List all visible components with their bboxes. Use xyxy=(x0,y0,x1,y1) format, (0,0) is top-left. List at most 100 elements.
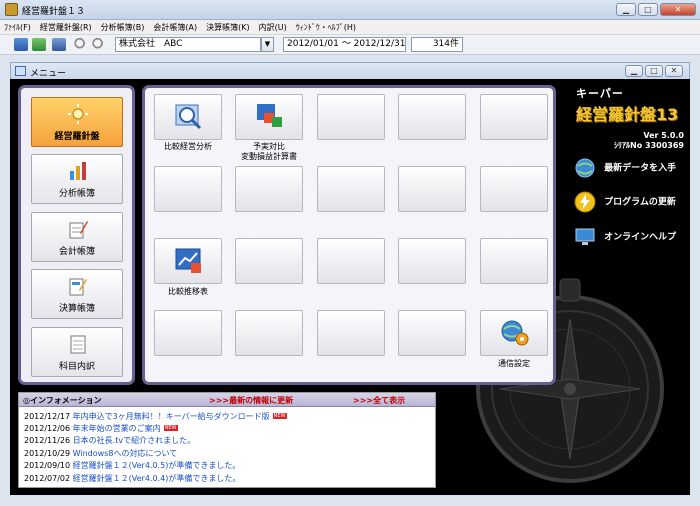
information-header: ◎インフォメーション >>>最新の情報に更新 >>>全て表示 xyxy=(19,393,435,407)
compare-analysis-label: 比較経営分析 xyxy=(164,142,212,151)
mdi-maximize-button[interactable]: □ xyxy=(645,65,663,77)
communication-label: 通信設定 xyxy=(498,359,530,368)
app-icon xyxy=(5,3,18,16)
chevron-down-icon[interactable]: ▼ xyxy=(261,37,274,52)
nav-uchiwake-button[interactable]: 科目内訳 xyxy=(31,327,123,377)
menu-kaikei[interactable]: 会計帳簿(A) xyxy=(153,22,197,33)
sheet-icon xyxy=(70,335,86,354)
mail-icon[interactable] xyxy=(52,38,66,51)
online-help-link[interactable]: オンラインヘルプ xyxy=(574,226,676,248)
grid-empty-2-5[interactable] xyxy=(480,166,548,212)
globe-icon xyxy=(575,158,595,178)
latest-data-link[interactable]: 最新データを入手 xyxy=(574,157,676,179)
cubes-icon xyxy=(257,104,282,127)
grid-empty-1-3[interactable] xyxy=(317,94,385,140)
nav-uchiwake-label: 科目内訳 xyxy=(58,362,95,372)
function-grid: 比較経営分析 予実対比 変動損益計算書 比較推移表 通信設定 xyxy=(142,85,556,385)
nav-kessan-button[interactable]: 決算帳簿 xyxy=(31,269,123,319)
grid-compare-analysis-button[interactable] xyxy=(154,94,222,140)
menu-keiei[interactable]: 経営羅針盤(R) xyxy=(40,22,92,33)
menu-window-help[interactable]: ｳｨﾝﾄﾞｳ・ﾍﾙﾌﾟ(H) xyxy=(296,22,356,33)
minimize-button[interactable]: ▁ xyxy=(616,3,636,16)
save-icon[interactable] xyxy=(14,38,28,51)
grid-empty-3-5[interactable] xyxy=(480,238,548,284)
menu-bar: ﾌｧｲﾙ(F) 経営羅針盤(R) 分析帳簿(B) 会計帳簿(A) 決算帳簿(K)… xyxy=(0,20,700,35)
mdi-minimize-button[interactable]: ▁ xyxy=(625,65,643,77)
nav-kaikei-label: 会計帳簿 xyxy=(58,247,95,257)
menu-bunseki[interactable]: 分析帳簿(B) xyxy=(101,22,145,33)
grid-empty-2-2[interactable] xyxy=(235,166,303,212)
refresh-info-link[interactable]: >>>最新の情報に更新 xyxy=(209,395,293,406)
trend-chart-icon xyxy=(175,248,201,273)
monitor-icon xyxy=(575,228,595,245)
company-select[interactable]: 株式会社 ABC xyxy=(115,37,261,52)
menu-window-title: メニュー xyxy=(30,69,67,79)
program-update-label: プログラムの更新 xyxy=(604,197,676,208)
new-badge: NEW xyxy=(272,413,287,419)
left-nav-panel: 経営羅針盤 分析帳簿 会計帳簿 決算帳簿 科目内訳 xyxy=(18,85,135,385)
magnifier-report-icon xyxy=(175,104,202,130)
grid-empty-3-4[interactable] xyxy=(398,238,466,284)
nav-kaikei-button[interactable]: 会計帳簿 xyxy=(31,212,123,262)
window-icon xyxy=(15,66,26,76)
menu-file[interactable]: ﾌｧｲﾙ(F) xyxy=(4,22,31,33)
grid-empty-4-1[interactable] xyxy=(154,310,222,356)
mdi-close-button[interactable]: ✕ xyxy=(665,65,683,77)
grid-empty-4-4[interactable] xyxy=(398,310,466,356)
close-button[interactable]: ✕ xyxy=(660,3,696,16)
menu-window-titlebar: メニュー ▁ □ ✕ xyxy=(10,62,690,79)
budget-actual-label-2: 変動損益計算書 xyxy=(241,152,297,161)
budget-actual-label-1: 予実対比 xyxy=(253,142,285,151)
search-icon[interactable] xyxy=(74,38,88,51)
program-update-link[interactable]: プログラムの更新 xyxy=(574,191,676,213)
sun-icon xyxy=(68,104,88,124)
information-title: ◎インフォメーション xyxy=(23,396,102,405)
menu-uchiwake[interactable]: 内訳(U) xyxy=(259,22,287,33)
document-edit-icon xyxy=(69,278,87,296)
news-item[interactable]: 2012/12/06 年末年始の営業のご案内 NEW xyxy=(24,423,178,434)
news-item[interactable]: 2012/10/29 Windows8への対応について xyxy=(24,448,177,459)
grid-budget-actual-button[interactable] xyxy=(235,94,303,140)
grid-empty-4-2[interactable] xyxy=(235,310,303,356)
nav-keiei-button[interactable]: 経営羅針盤 xyxy=(31,97,123,147)
grid-empty-2-4[interactable] xyxy=(398,166,466,212)
globe-gear-icon xyxy=(501,320,529,346)
status-bar xyxy=(0,495,700,506)
grid-empty-2-1[interactable] xyxy=(154,166,222,212)
refresh-icon[interactable] xyxy=(32,38,46,51)
grid-empty-2-3[interactable] xyxy=(317,166,385,212)
brand-block: キーパー 経営羅針盤13 Ver 5.0.0 ｼﾘｱﾙNo 3300369 xyxy=(576,85,684,151)
grid-empty-3-2[interactable] xyxy=(235,238,303,284)
zoom-icon[interactable] xyxy=(92,38,106,51)
brand-keeper: キーパー xyxy=(576,87,624,100)
grid-empty-1-4[interactable] xyxy=(398,94,466,140)
toolbar: 株式会社 ABC ▼ 2012/01/01 ～ 2012/12/31 314件 xyxy=(0,35,700,55)
latest-data-label: 最新データを入手 xyxy=(604,163,677,174)
menu-window-body: 経営羅針盤 分析帳簿 会計帳簿 決算帳簿 科目内訳 比較経営分析 予実対比 変動… xyxy=(10,79,690,495)
news-item[interactable]: 2012/07/02 経営羅針盤１２(Ver4.0.4)が準備できました。 xyxy=(24,473,240,484)
menu-kessan[interactable]: 決算帳簿(K) xyxy=(206,22,250,33)
nav-bunseki-button[interactable]: 分析帳簿 xyxy=(31,154,123,204)
maximize-button[interactable]: □ xyxy=(638,3,658,16)
show-all-link[interactable]: >>>全て表示 xyxy=(353,395,405,406)
grid-empty-1-5[interactable] xyxy=(480,94,548,140)
period-field[interactable]: 2012/01/01 ～ 2012/12/31 xyxy=(283,37,406,52)
news-item[interactable]: 2012/11/26 日本の社長.tvで紹介されました。 xyxy=(24,435,195,446)
record-count: 314件 xyxy=(411,37,463,52)
nav-keiei-label: 経営羅針盤 xyxy=(54,132,100,142)
version-label: Ver 5.0.0 xyxy=(643,131,684,140)
chart-icon xyxy=(70,162,86,180)
brand-product: 経営羅針盤13 xyxy=(576,105,679,124)
nav-bunseki-label: 分析帳簿 xyxy=(58,189,95,199)
grid-trend-button[interactable] xyxy=(154,238,222,284)
window-title: 経営羅針盤１３ xyxy=(22,7,86,17)
information-panel: ◎インフォメーション >>>最新の情報に更新 >>>全て表示 2012/12/1… xyxy=(18,392,436,488)
grid-empty-4-3[interactable] xyxy=(317,310,385,356)
news-item[interactable]: 2012/12/17 年内申込で3ヶ月無料！！キーパー給与ダウンロード版 NEW xyxy=(24,411,287,422)
ledger-pen-icon xyxy=(69,221,88,239)
grid-empty-3-3[interactable] xyxy=(317,238,385,284)
grid-communication-button[interactable] xyxy=(480,310,548,356)
news-item[interactable]: 2012/09/10 経営羅針盤１２(Ver4.0.5)が準備できました。 xyxy=(24,460,240,471)
lightning-icon xyxy=(574,191,596,213)
online-help-label: オンラインヘルプ xyxy=(604,232,677,243)
